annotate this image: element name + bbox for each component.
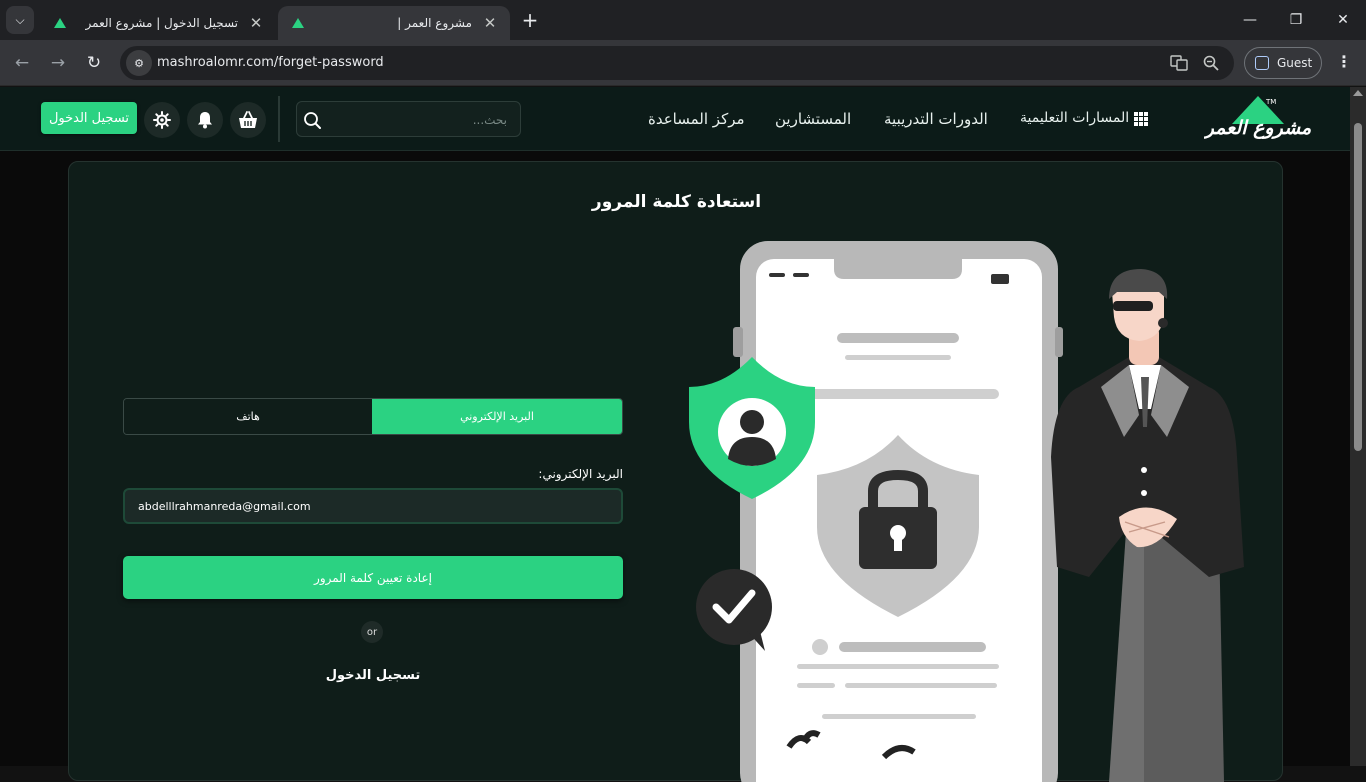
site-info-icon[interactable]: ⚙ xyxy=(126,50,152,76)
menu-icon[interactable]: ⋮ xyxy=(1332,52,1356,76)
nav-help-center[interactable]: مركز المساعدة xyxy=(648,110,745,128)
tab-phone[interactable]: هاتف xyxy=(124,399,372,434)
header-login-button[interactable]: تسجيل الدخول xyxy=(41,102,137,134)
search-input[interactable] xyxy=(327,106,507,134)
logo-text: مشروع العمر xyxy=(1204,117,1312,139)
nav-consultants[interactable]: المستشارين xyxy=(775,110,851,128)
tab-title: تسجيل الدخول | مشروع العمر xyxy=(85,16,238,30)
address-bar[interactable]: ⚙ mashroalomr.com/forget-password xyxy=(120,46,1234,80)
page-scrollbar[interactable] xyxy=(1350,87,1366,766)
basket-icon xyxy=(239,111,257,128)
tab-strip: ⌵ تسجيل الدخول | مشروع العمر ✕ | مشروع ا… xyxy=(0,0,1366,40)
tab-forget-password[interactable]: | مشروع العمر ✕ xyxy=(278,6,510,40)
search-box xyxy=(296,101,521,137)
scrollbar-thumb[interactable] xyxy=(1354,123,1362,451)
url-text[interactable]: mashroalomr.com/forget-password xyxy=(157,55,384,70)
site-favicon-icon xyxy=(52,15,68,31)
zoom-icon[interactable] xyxy=(1201,54,1221,72)
or-divider: or xyxy=(361,621,383,643)
site-header: تسجيل الدخول بحث... مركز المساعدة المستش… xyxy=(0,87,1350,151)
nav-training-courses[interactable]: الدورات التدريبية xyxy=(884,110,988,128)
settings-icon xyxy=(153,111,171,129)
site-favicon-icon xyxy=(290,15,306,31)
plus-icon[interactable]: + xyxy=(518,8,542,32)
login-link[interactable]: تسجيل الدخول xyxy=(123,668,623,683)
reset-password-card: استعادة كلمة المرور هاتف البريد الإلكترو… xyxy=(68,161,1283,782)
method-toggle: هاتف البريد الإلكتروني xyxy=(123,398,623,435)
maximize-icon[interactable]: ❐ xyxy=(1273,0,1319,40)
search-icon[interactable] xyxy=(301,109,323,131)
email-label: البريد الإلكتروني: xyxy=(538,467,623,481)
scroll-up-icon[interactable] xyxy=(1353,90,1363,96)
nav-learning-paths[interactable]: المسارات التعليمية xyxy=(1020,110,1129,126)
profile-icon xyxy=(1255,56,1269,70)
cart-button[interactable] xyxy=(230,102,266,138)
email-field[interactable] xyxy=(123,488,623,524)
grid-icon xyxy=(1134,112,1148,126)
reload-icon[interactable]: ↻ xyxy=(82,51,106,75)
close-icon[interactable]: ✕ xyxy=(248,14,264,32)
forward-icon[interactable]: → xyxy=(46,51,70,75)
translate-icon[interactable] xyxy=(1169,54,1189,72)
back-icon[interactable]: ← xyxy=(10,51,34,75)
logo-tm: TM xyxy=(1265,98,1276,106)
bell-icon xyxy=(198,112,212,129)
close-icon[interactable]: ✕ xyxy=(482,14,498,32)
tab-search-icon[interactable]: ⌵ xyxy=(6,6,34,34)
theme-toggle-button[interactable] xyxy=(144,102,180,138)
reset-password-button[interactable]: إعادة تعيين كلمة المرور xyxy=(123,556,623,599)
profile-label: Guest xyxy=(1277,56,1313,70)
tab-email[interactable]: البريد الإلكتروني xyxy=(372,399,622,434)
minimize-icon[interactable]: — xyxy=(1227,0,1273,40)
page-title: استعادة كلمة المرور xyxy=(591,192,762,212)
tab-title: | مشروع العمر xyxy=(397,16,472,30)
notifications-button[interactable] xyxy=(187,102,223,138)
tab-login[interactable]: تسجيل الدخول | مشروع العمر ✕ xyxy=(40,6,276,40)
security-illustration xyxy=(689,241,1244,782)
site-logo[interactable]: TM مشروع العمر xyxy=(1204,94,1312,144)
profile-button[interactable]: Guest xyxy=(1244,47,1322,79)
close-window-icon[interactable]: ✕ xyxy=(1320,0,1366,40)
header-divider xyxy=(278,96,280,142)
browser-toolbar: ← → ↻ ⚙ mashroalomr.com/forget-password … xyxy=(0,40,1366,86)
